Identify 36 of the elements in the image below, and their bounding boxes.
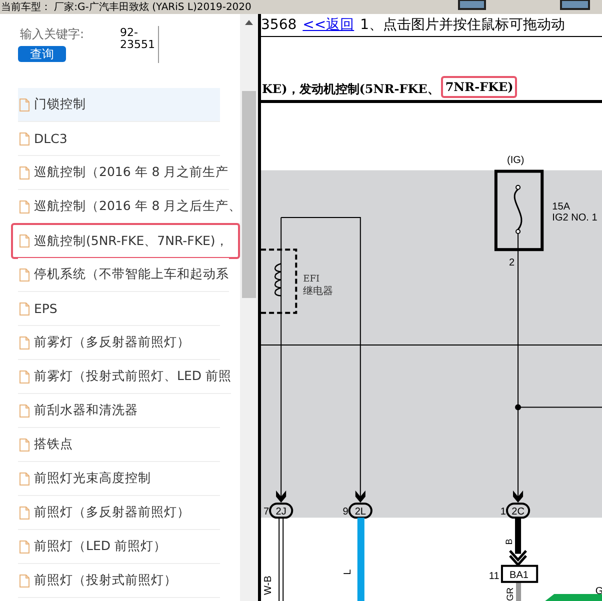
scrollbar[interactable] [240,14,258,601]
scroll-thumb[interactable] [242,91,256,298]
instruction-text: 1、点击图片并按住鼠标可拖动动 [360,16,566,34]
arrow-icon [276,490,286,503]
document-icon [19,336,30,350]
arrow-icon [355,490,366,503]
document-icon [19,404,30,418]
highlighted-caption: 7NR-FKE) [441,76,518,98]
document-icon [19,200,30,214]
keyword-label: 输入关键字: [20,26,86,43]
document-icon [19,574,30,588]
tree-item[interactable]: 门锁控制 [18,88,220,122]
document-icon [19,370,30,384]
monitor-icon[interactable] [560,0,590,10]
diagram-caption: KE)，发动机控制(5NR-FKE、 [262,81,440,98]
document-icon [19,132,30,146]
tree-item[interactable]: 停机系统（不带智能上车和起动系 [18,258,229,292]
query-button[interactable]: 查询 [18,46,66,62]
monitor-icon[interactable] [458,0,486,10]
document-icon [19,472,30,486]
document-icon [19,268,30,282]
arrow-icon [513,490,524,503]
car-model-text: 当前车型： 厂家:G-广汽丰田致炫 (YARiS L)2019-2020 [1,0,252,14]
scroll-up-icon[interactable] [245,20,253,25]
back-link[interactable]: <<返回 [302,16,354,34]
page-number: 3568 [261,17,297,33]
document-icon [19,234,30,248]
keyword-field[interactable]: 92-23551 [120,26,159,63]
document-icon [19,166,30,180]
document-icon [19,540,30,554]
document-icon [19,438,30,452]
tree-item[interactable]: 巡航控制(5NR-FKE、7NR-FKE)， [11,223,240,259]
document-icon [19,98,30,112]
wire-drawing [545,594,602,601]
document-icon [19,506,30,520]
document-icon [19,302,30,316]
